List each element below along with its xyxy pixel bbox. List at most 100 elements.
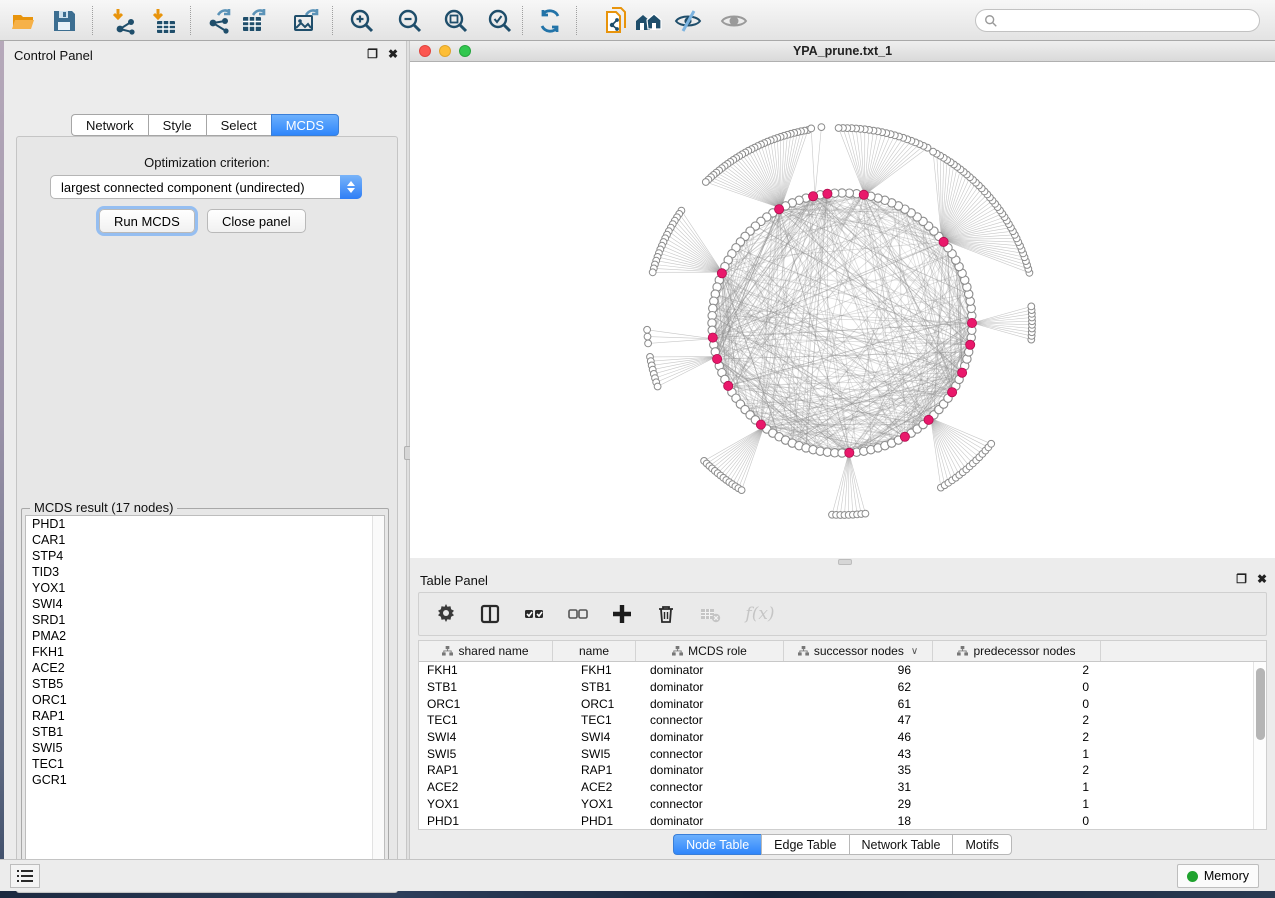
table-row[interactable]: FKH1FKH1dominator962 xyxy=(419,662,1266,679)
run-mcds-button[interactable]: Run MCDS xyxy=(99,209,195,233)
cell-name[interactable]: TEC1 xyxy=(553,713,636,727)
window-close-icon[interactable] xyxy=(419,45,431,57)
result-list-item[interactable]: SRD1 xyxy=(26,612,384,628)
table-options-icon[interactable] xyxy=(435,603,457,625)
show-panels-list-button[interactable] xyxy=(10,864,40,888)
show-graphics-details-icon[interactable] xyxy=(720,7,748,35)
cell-name[interactable]: YOX1 xyxy=(553,797,636,811)
result-list-item[interactable]: SWI4 xyxy=(26,596,384,612)
window-maximize-icon[interactable] xyxy=(459,45,471,57)
network-overview-icon[interactable] xyxy=(634,7,662,35)
show-columns-icon[interactable] xyxy=(479,603,501,625)
cell-predecessor-nodes[interactable]: 1 xyxy=(933,780,1101,794)
cell-shared-name[interactable]: SWI4 xyxy=(419,730,553,744)
cell-MCDS-role[interactable]: dominator xyxy=(636,680,784,694)
cell-name[interactable]: STB1 xyxy=(553,680,636,694)
result-list-item[interactable]: GCR1 xyxy=(26,772,384,788)
tab-style[interactable]: Style xyxy=(148,114,206,136)
cell-MCDS-role[interactable]: connector xyxy=(636,747,784,761)
cell-name[interactable]: PHD1 xyxy=(553,814,636,828)
result-list-item[interactable]: PMA2 xyxy=(26,628,384,644)
column-header-predecessor-nodes[interactable]: predecessor nodes xyxy=(933,641,1101,661)
cell-name[interactable]: SWI5 xyxy=(553,747,636,761)
cell-predecessor-nodes[interactable]: 2 xyxy=(933,713,1101,727)
horizontal-splitter[interactable] xyxy=(410,558,1275,566)
cell-successor-nodes[interactable]: 46 xyxy=(784,730,933,744)
cell-successor-nodes[interactable]: 62 xyxy=(784,680,933,694)
network-graph-canvas[interactable] xyxy=(410,62,1275,558)
cell-predecessor-nodes[interactable]: 0 xyxy=(933,814,1101,828)
cell-MCDS-role[interactable]: dominator xyxy=(636,730,784,744)
cell-MCDS-role[interactable]: dominator xyxy=(636,663,784,677)
result-list-item[interactable]: FKH1 xyxy=(26,644,384,660)
column-header-shared-name[interactable]: shared name xyxy=(419,641,553,661)
cell-predecessor-nodes[interactable]: 0 xyxy=(933,697,1101,711)
export-image-icon[interactable] xyxy=(292,7,320,35)
close-panel-icon[interactable]: ✖ xyxy=(1257,572,1267,586)
float-window-icon[interactable]: ❐ xyxy=(367,47,378,61)
cell-shared-name[interactable]: YOX1 xyxy=(419,797,553,811)
cell-predecessor-nodes[interactable]: 0 xyxy=(933,680,1101,694)
window-minimize-icon[interactable] xyxy=(439,45,451,57)
save-session-icon[interactable] xyxy=(50,7,78,35)
export-network-icon[interactable] xyxy=(206,7,234,35)
tab-select[interactable]: Select xyxy=(206,114,271,136)
cell-successor-nodes[interactable]: 43 xyxy=(784,747,933,761)
cell-predecessor-nodes[interactable]: 2 xyxy=(933,763,1101,777)
cell-name[interactable]: FKH1 xyxy=(553,663,636,677)
cell-shared-name[interactable]: SWI5 xyxy=(419,747,553,761)
select-all-icon[interactable] xyxy=(523,603,545,625)
tab-network[interactable]: Network xyxy=(71,114,148,136)
result-list-item[interactable]: PHD1 xyxy=(26,516,384,532)
result-list-item[interactable]: STB5 xyxy=(26,676,384,692)
tab-network-table[interactable]: Network Table xyxy=(849,834,953,855)
cell-name[interactable]: ACE2 xyxy=(553,780,636,794)
cell-MCDS-role[interactable]: connector xyxy=(636,797,784,811)
zoom-in-icon[interactable] xyxy=(348,7,376,35)
table-row[interactable]: ORC1ORC1dominator610 xyxy=(419,695,1266,712)
cell-name[interactable]: ORC1 xyxy=(553,697,636,711)
result-list-item[interactable]: CAR1 xyxy=(26,532,384,548)
cell-shared-name[interactable]: ORC1 xyxy=(419,697,553,711)
cell-shared-name[interactable]: STB1 xyxy=(419,680,553,694)
cell-name[interactable]: RAP1 xyxy=(553,763,636,777)
cell-shared-name[interactable]: ACE2 xyxy=(419,780,553,794)
result-list-item[interactable]: STB1 xyxy=(26,724,384,740)
cell-successor-nodes[interactable]: 96 xyxy=(784,663,933,677)
cell-successor-nodes[interactable]: 31 xyxy=(784,780,933,794)
zoom-fit-icon[interactable] xyxy=(442,7,470,35)
deselect-all-icon[interactable] xyxy=(567,603,589,625)
tab-node-table[interactable]: Node Table xyxy=(673,834,761,855)
cell-shared-name[interactable]: FKH1 xyxy=(419,663,553,677)
cell-predecessor-nodes[interactable]: 1 xyxy=(933,797,1101,811)
cell-MCDS-role[interactable]: dominator xyxy=(636,697,784,711)
column-header-name[interactable]: name xyxy=(553,641,636,661)
result-list-item[interactable]: ACE2 xyxy=(26,660,384,676)
table-row[interactable]: PHD1PHD1dominator180 xyxy=(419,812,1266,829)
import-table-icon[interactable] xyxy=(150,7,178,35)
result-list-item[interactable]: RAP1 xyxy=(26,708,384,724)
criterion-dropdown[interactable]: largest connected component (undirected) xyxy=(50,175,362,199)
float-window-icon[interactable]: ❐ xyxy=(1236,572,1247,586)
result-list-item[interactable]: TID3 xyxy=(26,564,384,580)
result-list-item[interactable]: ORC1 xyxy=(26,692,384,708)
result-list-item[interactable]: YOX1 xyxy=(26,580,384,596)
table-row[interactable]: STB1STB1dominator620 xyxy=(419,679,1266,696)
zoom-selected-icon[interactable] xyxy=(486,7,514,35)
cell-predecessor-nodes[interactable]: 2 xyxy=(933,730,1101,744)
cell-successor-nodes[interactable]: 29 xyxy=(784,797,933,811)
table-row[interactable]: SWI5SWI5connector431 xyxy=(419,745,1266,762)
cell-name[interactable]: SWI4 xyxy=(553,730,636,744)
delete-column-icon[interactable] xyxy=(655,603,677,625)
cell-predecessor-nodes[interactable]: 1 xyxy=(933,747,1101,761)
table-row[interactable]: RAP1RAP1dominator352 xyxy=(419,762,1266,779)
tab-motifs[interactable]: Motifs xyxy=(952,834,1011,855)
memory-button[interactable]: Memory xyxy=(1177,864,1259,888)
close-panel-button[interactable]: Close panel xyxy=(207,209,306,233)
result-scrollbar[interactable] xyxy=(372,516,384,875)
cell-shared-name[interactable]: RAP1 xyxy=(419,763,553,777)
search-input[interactable] xyxy=(998,13,1251,29)
table-row[interactable]: TEC1TEC1connector472 xyxy=(419,712,1266,729)
result-list-item[interactable]: TEC1 xyxy=(26,756,384,772)
tab-edge-table[interactable]: Edge Table xyxy=(761,834,848,855)
